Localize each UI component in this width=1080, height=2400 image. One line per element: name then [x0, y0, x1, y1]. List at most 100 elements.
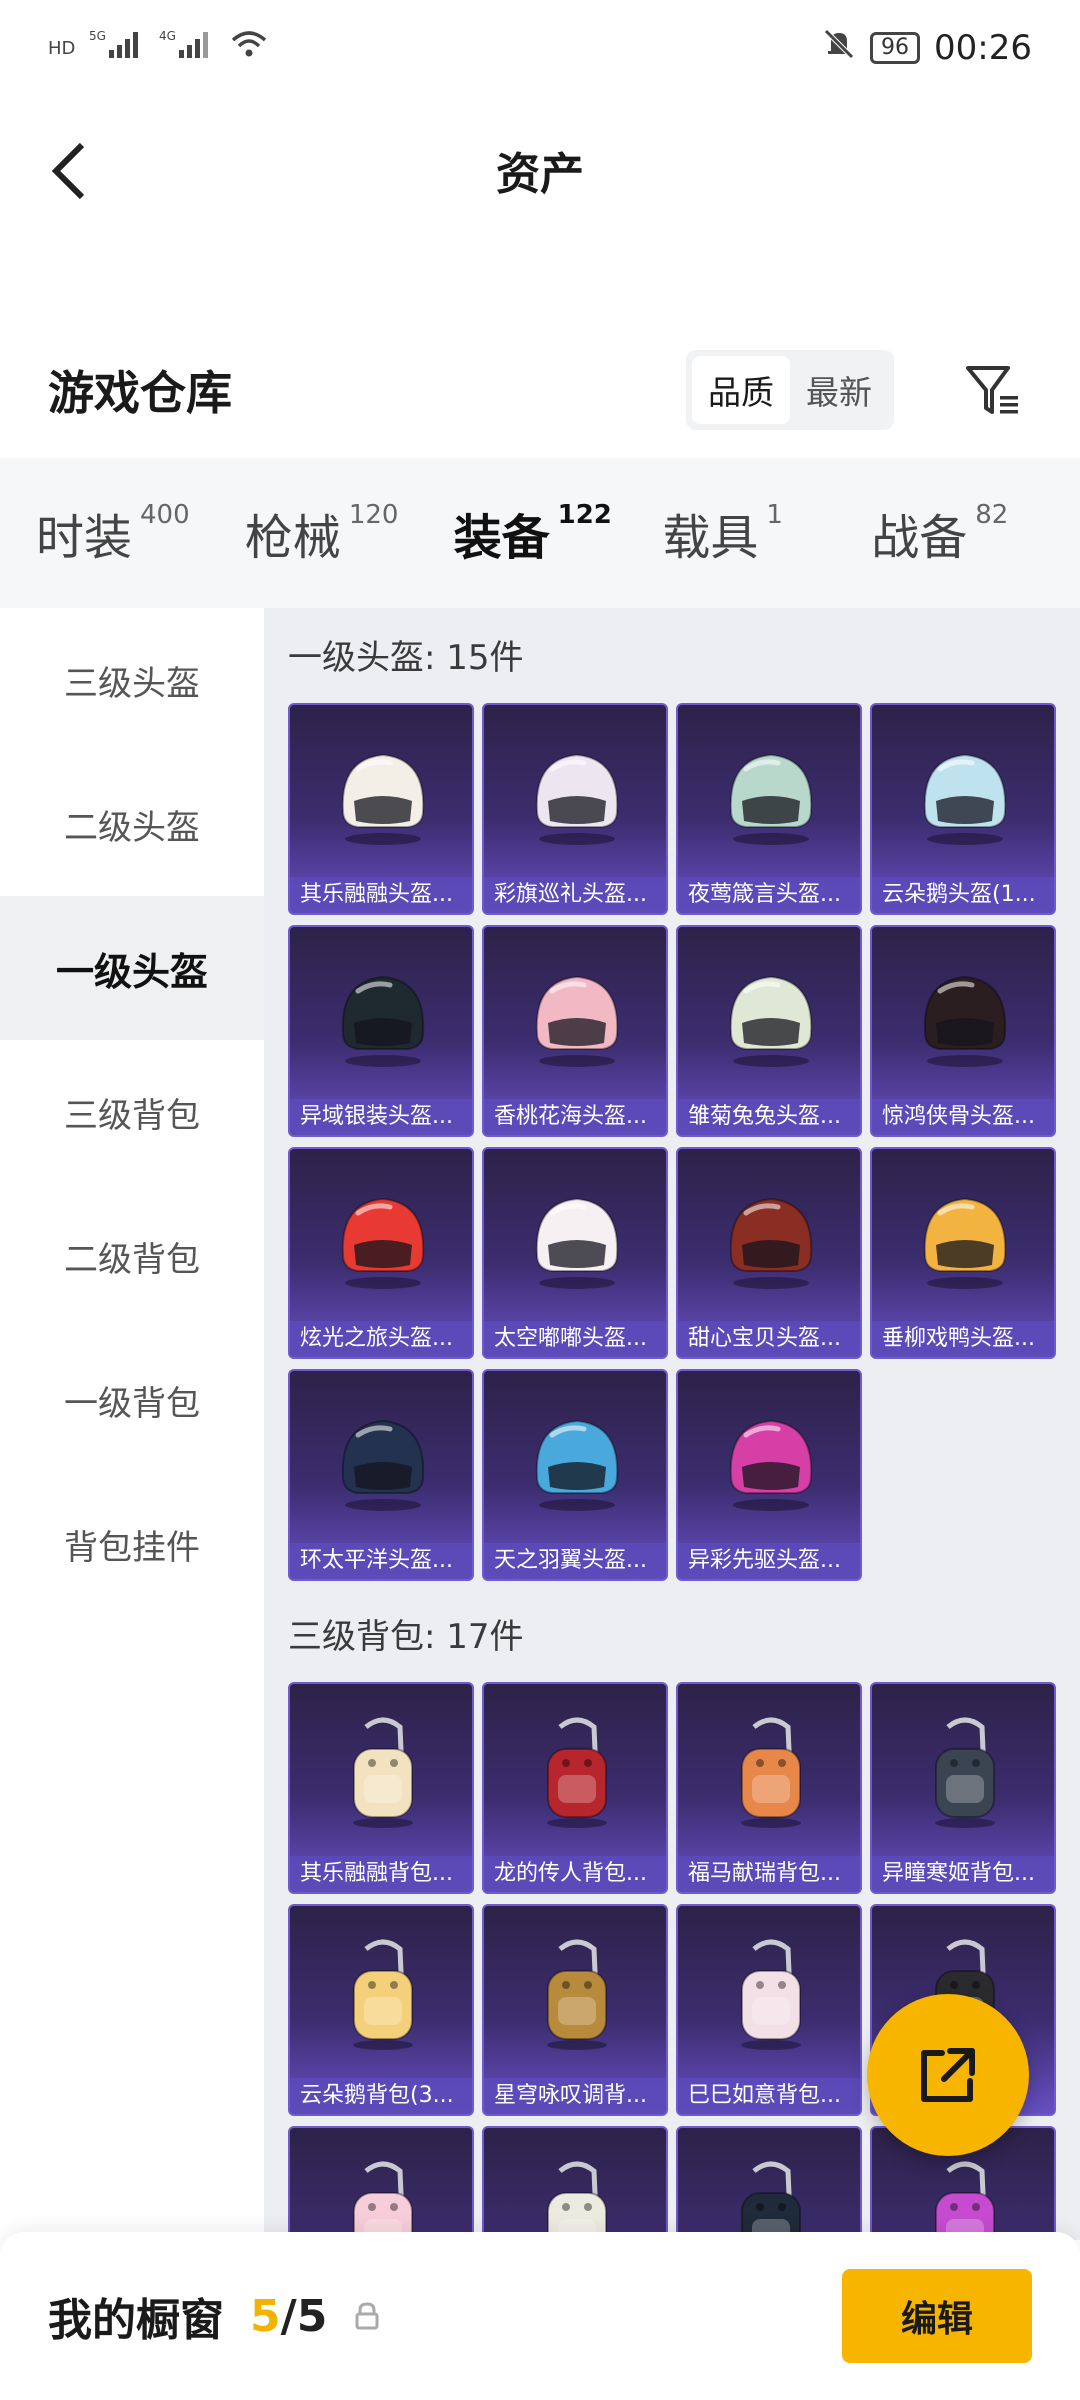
item-card[interactable]: 异域银装头盔... [288, 925, 474, 1137]
category-tabs: 时装 400 枪械 120 装备 122 载具 1 战备 82 [0, 458, 1080, 616]
filter-button[interactable] [952, 350, 1032, 430]
sidebar-item-level2-backpack[interactable]: 二级背包 [0, 1184, 264, 1328]
helmet-magenta-icon [678, 1385, 860, 1535]
helmet-darkred-icon [872, 941, 1054, 1091]
helmet-yellow-icon [872, 1163, 1054, 1313]
sidebar-item-level1-backpack[interactable]: 一级背包 [0, 1328, 264, 1472]
backpack-purple-icon [872, 2142, 1054, 2240]
item-card[interactable] [288, 2126, 474, 2240]
helmet-teal-icon [678, 719, 860, 869]
helmet-cow-icon [484, 719, 666, 869]
clock: 00:26 [934, 28, 1032, 68]
item-card[interactable] [676, 2126, 862, 2240]
tab-count: 120 [348, 500, 399, 530]
item-grid: 其乐融融背包... 龙的传人背包... 福马献瑞背包... 异瞳寒姬背包... 云朵鹅背… [288, 1682, 1080, 2240]
tab-count: 82 [975, 500, 1009, 530]
item-label: 彩旗巡礼头盔... [484, 877, 666, 913]
sort-quality-option[interactable]: 品质 [692, 356, 790, 424]
item-label: 太空嘟嘟头盔... [484, 1321, 666, 1357]
item-card[interactable]: 彩旗巡礼头盔... [482, 703, 668, 915]
item-label: 福马献瑞背包... [678, 1856, 860, 1892]
helmet-blue-icon [872, 719, 1054, 869]
backpack-horse-icon [678, 1698, 860, 1848]
item-label: 垂柳戏鸭头盔... [872, 1321, 1054, 1357]
item-label: 天之羽翼头盔... [484, 1543, 666, 1579]
item-card[interactable]: 太空嘟嘟头盔... [482, 1147, 668, 1359]
item-label: 异域银装头盔... [290, 1099, 472, 1135]
item-grid: 其乐融融头盔... 彩旗巡礼头盔... 夜莺箴言头盔... 云朵鹅头盔(1... 异域银… [288, 703, 1080, 1581]
item-card[interactable]: 云朵鹅头盔(1... [870, 703, 1056, 915]
tab-label: 装备 [453, 510, 550, 566]
item-card[interactable]: 环太平洋头盔... [288, 1369, 474, 1581]
mute-bell-icon [822, 27, 856, 69]
item-label: 甜心宝贝头盔... [678, 1321, 860, 1357]
item-card[interactable]: 夜莺箴言头盔... [676, 703, 862, 915]
item-label: 龙的传人背包... [484, 1856, 666, 1892]
item-card[interactable]: 香桃花海头盔... [482, 925, 668, 1137]
item-card[interactable]: 龙的传人背包... [482, 1682, 668, 1894]
item-card[interactable]: 星穹咏叹调背... [482, 1904, 668, 2116]
page-title: 资产 [496, 149, 584, 200]
item-label: 其乐融融头盔... [290, 877, 472, 913]
status-right: 96 00:26 [822, 27, 1032, 69]
tab-vehicles[interactable]: 载具 1 [662, 498, 871, 598]
share-button[interactable] [867, 1994, 1029, 2156]
item-label: 炫光之旅头盔... [290, 1321, 472, 1357]
tab-supplies[interactable]: 战备 82 [871, 498, 1080, 598]
backpack-cat-icon [872, 1698, 1054, 1848]
item-card[interactable]: 垂柳戏鸭头盔... [870, 1147, 1056, 1359]
tab-fashion[interactable]: 时装 400 [36, 498, 245, 598]
sidebar-item-backpack-charm[interactable]: 背包挂件 [0, 1472, 264, 1616]
backpack-bow-icon [678, 2142, 860, 2240]
item-card[interactable]: 甜心宝贝头盔... [676, 1147, 862, 1359]
page-header: 资产 [0, 110, 1080, 230]
item-card[interactable]: 其乐融融头盔... [288, 703, 474, 915]
tab-label: 枪械 [244, 510, 341, 566]
back-arrow-icon [51, 142, 85, 200]
backpack-gold-icon [484, 1920, 666, 2070]
section-title: 一级头盔: 15件 [288, 638, 524, 678]
tab-count: 122 [557, 500, 612, 530]
item-card[interactable]: 雏菊兔兔头盔... [676, 925, 862, 1137]
back-button[interactable] [40, 136, 100, 206]
sidebar-item-level3-helmet[interactable]: 三级头盔 [0, 608, 264, 752]
item-card[interactable]: 惊鸿侠骨头盔... [870, 925, 1056, 1137]
tab-equipment[interactable]: 装备 122 [453, 498, 663, 616]
backpack-snake-icon [678, 1920, 860, 2070]
item-card[interactable]: 巳巳如意背包... [676, 1904, 862, 2116]
item-label: 环太平洋头盔... [290, 1543, 472, 1579]
item-card[interactable]: 云朵鹅背包(3... [288, 1904, 474, 2116]
showcase-total: /5 [280, 2290, 328, 2342]
status-bar: HD 5G 4G 96 00:26 [0, 0, 1080, 96]
item-label: 香桃花海头盔... [484, 1099, 666, 1135]
item-card[interactable]: 其乐融融背包... [288, 1682, 474, 1894]
helmet-sky-icon [484, 1385, 666, 1535]
item-label: 雏菊兔兔头盔... [678, 1099, 860, 1135]
sort-latest-option[interactable]: 最新 [790, 356, 888, 424]
tab-count: 1 [766, 500, 783, 530]
battery-indicator: 96 [870, 32, 921, 64]
svg-text:4G: 4G [159, 29, 176, 43]
tab-guns[interactable]: 枪械 120 [245, 498, 454, 598]
backpack-goose-icon [290, 1920, 472, 2070]
item-card[interactable]: 异彩先驱头盔... [676, 1369, 862, 1581]
sidebar-item-level1-helmet[interactable]: 一级头盔 [0, 896, 264, 1040]
helmet-brown-icon [678, 1163, 860, 1313]
backpack-red-icon [484, 1698, 666, 1848]
backpack-pink-icon [290, 2142, 472, 2240]
sidebar-item-level2-helmet[interactable]: 二级头盔 [0, 752, 264, 896]
item-label: 惊鸿侠骨头盔... [872, 1099, 1054, 1135]
helmet-white-icon [290, 719, 472, 869]
helmet-space-icon [484, 1163, 666, 1313]
item-label: 云朵鹅头盔(1... [872, 877, 1054, 913]
item-card[interactable]: 福马献瑞背包... [676, 1682, 862, 1894]
item-card[interactable]: 天之羽翼头盔... [482, 1369, 668, 1581]
sidebar-item-level3-backpack[interactable]: 三级背包 [0, 1040, 264, 1184]
edit-button[interactable]: 编辑 [842, 2269, 1032, 2363]
item-card[interactable]: 炫光之旅头盔... [288, 1147, 474, 1359]
share-icon [921, 2048, 975, 2102]
tab-count: 400 [140, 500, 190, 530]
item-card[interactable] [482, 2126, 668, 2240]
item-card[interactable]: 异瞳寒姬背包... [870, 1682, 1056, 1894]
tab-label: 时装 [36, 510, 133, 566]
